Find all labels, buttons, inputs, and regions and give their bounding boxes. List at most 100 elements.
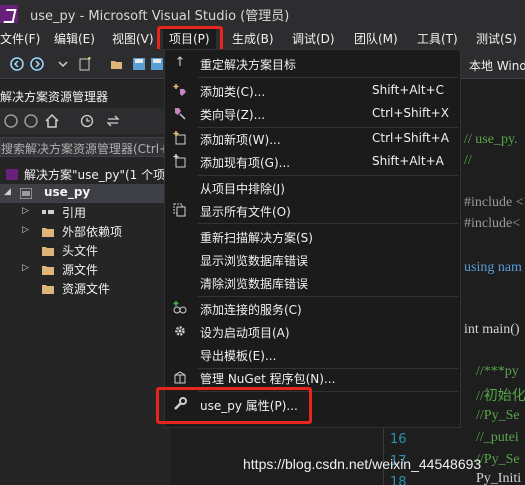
- add-new-item-icon: [173, 131, 186, 145]
- tree-item-label: 资源文件: [62, 282, 111, 296]
- menu-item-add-existing-item[interactable]: 添加现有项(G)... Shift+Alt+A: [165, 150, 460, 173]
- tree-item-label: use_py: [44, 185, 91, 199]
- code-line: int main(): [464, 322, 520, 337]
- menu-item-export-template[interactable]: 导出模板(E)...: [165, 343, 460, 366]
- menu-item-label: 设为启动项目(A): [200, 326, 290, 340]
- new-project-icon[interactable]: [78, 57, 92, 71]
- search-placeholder: 搜索解决方案资源管理器(Ctrl+: [1, 142, 170, 156]
- menu-item-label: 显示浏览数据库错误: [200, 254, 309, 268]
- tree-item-source-files[interactable]: ▷ 源文件: [0, 260, 170, 279]
- menu-item-rescan-solution[interactable]: 重新扫描解决方案(S): [165, 225, 460, 248]
- code-line: #include <: [464, 195, 524, 210]
- code-line: //_putei: [476, 430, 519, 445]
- history-icon[interactable]: [80, 114, 94, 128]
- code-line: //初始化: [476, 389, 525, 404]
- back-icon[interactable]: [4, 114, 18, 128]
- tree-item-header-files[interactable]: 头文件: [0, 241, 170, 260]
- menu-item-label: 重定解决方案目标: [200, 58, 297, 72]
- menu-debug[interactable]: 调试(D): [292, 30, 335, 47]
- tree-item-project[interactable]: ◢ use_py: [0, 184, 170, 203]
- expand-arrow-icon[interactable]: ▷: [22, 206, 29, 216]
- code-line: //Py_Se: [476, 452, 520, 467]
- menu-item-manage-nuget[interactable]: 管理 NuGet 程序包(N)...: [165, 366, 460, 389]
- tree-item-references[interactable]: ▷ 引用: [0, 203, 170, 222]
- menu-bar: 文件(F) 编辑(E) 视图(V) 项目(P) 生成(B) 调试(D) 团队(M…: [0, 27, 525, 49]
- references-icon: [42, 210, 54, 214]
- menu-item-label: 导出模板(E)...: [200, 349, 277, 363]
- line-number: 16: [390, 432, 407, 447]
- tree-item-label: 引用: [62, 206, 87, 220]
- menu-view[interactable]: 视图(V): [112, 30, 154, 47]
- save-icon[interactable]: [132, 57, 146, 71]
- menu-file[interactable]: 文件(F): [0, 30, 40, 47]
- menu-item-show-browse-db-errors[interactable]: 显示浏览数据库错误: [165, 248, 460, 271]
- menu-separator: [198, 223, 458, 224]
- forward-icon[interactable]: [24, 114, 38, 128]
- home-icon[interactable]: [44, 113, 60, 129]
- menu-item-label: 显示所有文件(O): [200, 205, 291, 219]
- menu-item-shortcut: Shift+Alt+C: [372, 83, 445, 97]
- code-line: //Py_Se: [476, 408, 520, 423]
- folder-icon: [42, 228, 54, 237]
- menu-item-shortcut: Ctrl+Shift+A: [372, 131, 449, 145]
- add-existing-item-icon: [173, 154, 186, 168]
- menu-edit[interactable]: 编辑(E): [54, 30, 95, 47]
- gear-icon: [175, 326, 185, 336]
- menu-item-label: 重新扫描解决方案(S): [200, 231, 313, 245]
- platform-selector[interactable]: 本地 Windo: [469, 57, 525, 74]
- menu-item-class-wizard[interactable]: 类向导(Z)... Ctrl+Shift+X: [165, 102, 460, 125]
- tree-item-label: 外部依赖项: [62, 225, 123, 239]
- solution-explorer-panel: 解决方案资源管理器 搜索解决方案资源管理器(Ctrl+ 解决方案"use_py"…: [0, 80, 170, 485]
- show-all-files-icon: [173, 203, 186, 217]
- forward-icon[interactable]: [30, 57, 44, 71]
- code-line: // use_py.: [464, 132, 518, 147]
- menu-item-label: 添加类(C)...: [200, 85, 266, 99]
- menu-test[interactable]: 测试(S): [476, 30, 517, 47]
- visual-studio-logo-icon: [0, 5, 18, 23]
- watermark-text: https://blog.csdn.net/weixin_44548693: [243, 456, 482, 472]
- folder-icon: [42, 285, 54, 294]
- window-title: use_py - Microsoft Visual Studio (管理员): [30, 9, 290, 24]
- tree-item-label: 解决方案"use_py"(1 个项: [24, 168, 166, 182]
- menu-team[interactable]: 团队(M): [354, 30, 398, 47]
- menu-separator: [198, 77, 458, 78]
- save-all-icon[interactable]: [150, 57, 164, 71]
- tree-item-resource-files[interactable]: 资源文件: [0, 279, 170, 298]
- menu-tools[interactable]: 工具(T): [417, 30, 458, 47]
- folder-icon: [42, 247, 54, 256]
- back-icon[interactable]: [10, 57, 24, 71]
- menu-item-add-connected-service[interactable]: 添加连接的服务(C): [165, 297, 460, 320]
- menu-item-add-new-item[interactable]: 添加新项(W)... Ctrl+Shift+A: [165, 127, 460, 150]
- solution-icon: [6, 169, 18, 180]
- line-number: 18: [390, 475, 407, 485]
- code-line: Py_Initi: [476, 471, 522, 485]
- menu-item-exclude-from-project[interactable]: 从项目中排除(J): [165, 176, 460, 199]
- open-folder-icon[interactable]: [110, 57, 124, 71]
- solution-search-input[interactable]: 搜索解决方案资源管理器(Ctrl+: [0, 137, 170, 157]
- expand-arrow-icon[interactable]: ▷: [22, 263, 29, 273]
- menu-item-set-startup-project[interactable]: 设为启动项目(A): [165, 320, 460, 343]
- chevron-down-icon[interactable]: [56, 57, 70, 71]
- code-line: //***py: [476, 364, 519, 379]
- nuget-icon: [174, 371, 186, 384]
- expand-arrow-icon[interactable]: ▷: [22, 225, 29, 235]
- project-menu-dropdown: ↑ 重定解决方案目标 添加类(C)... Shift+Alt+C 类向导(Z).…: [164, 49, 461, 428]
- title-bar: use_py - Microsoft Visual Studio (管理员): [0, 0, 525, 27]
- menu-item-label: 添加现有项(G)...: [200, 156, 291, 170]
- menu-build[interactable]: 生成(B): [232, 30, 274, 47]
- menu-item-show-all-files[interactable]: 显示所有文件(O): [165, 199, 460, 222]
- menu-item-shortcut: Ctrl+Shift+X: [372, 106, 449, 120]
- menu-item-retarget-solution[interactable]: ↑ 重定解决方案目标: [165, 52, 460, 75]
- sync-icon[interactable]: [106, 114, 120, 128]
- add-class-icon: [173, 84, 186, 96]
- connected-service-icon: [173, 301, 187, 314]
- menu-item-clear-browse-db-errors[interactable]: 清除浏览数据库错误: [165, 271, 460, 294]
- up-arrow-icon: ↑: [174, 55, 186, 70]
- collapse-arrow-icon[interactable]: ◢: [4, 187, 11, 197]
- menu-item-label: 从项目中排除(J): [200, 182, 285, 196]
- code-line: using nam: [464, 260, 522, 275]
- tree-item-external-deps[interactable]: ▷ 外部依赖项: [0, 222, 170, 241]
- menu-item-add-class[interactable]: 添加类(C)... Shift+Alt+C: [165, 79, 460, 102]
- menu-item-shortcut: Shift+Alt+A: [372, 154, 444, 168]
- tree-item-solution[interactable]: 解决方案"use_py"(1 个项: [0, 165, 170, 184]
